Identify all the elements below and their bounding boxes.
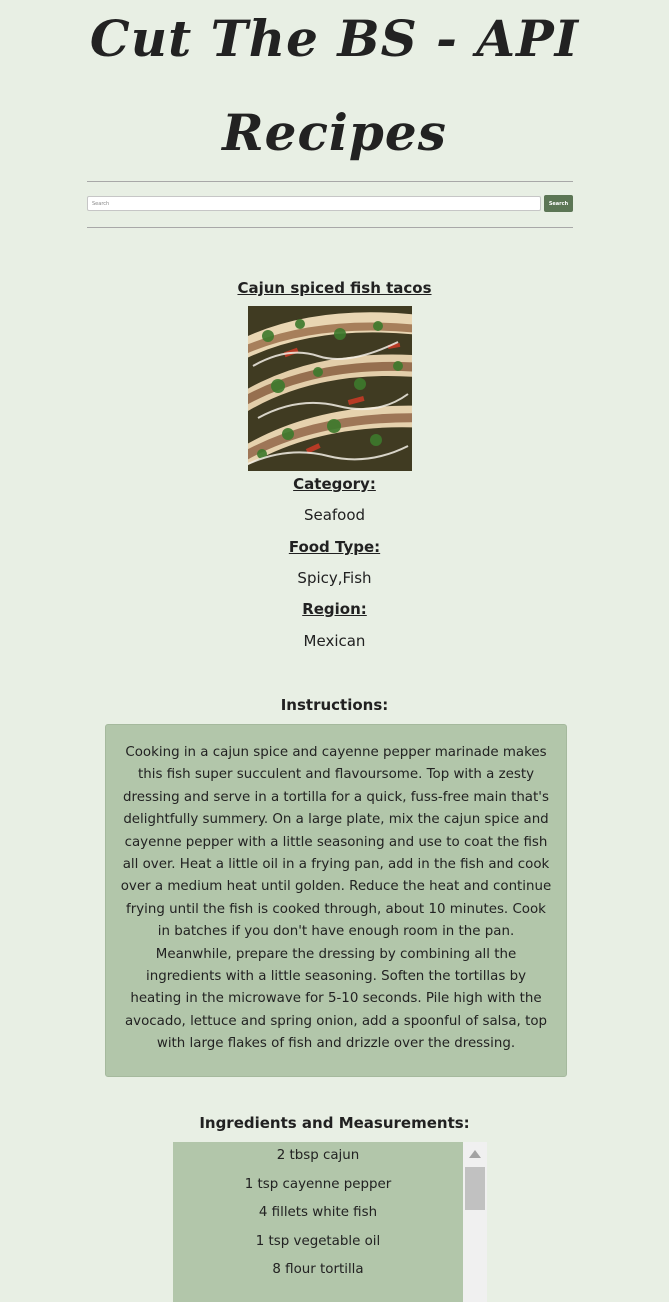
search-button[interactable]: Search: [544, 195, 573, 212]
ingredients-list: 2 tbsp cajun 1 tsp cayenne pepper 4 fill…: [173, 1142, 463, 1285]
divider-bottom: [87, 227, 573, 228]
food-type-label: Food Type:: [288, 538, 381, 556]
ingredients-heading: Ingredients and Measurements:: [199, 1114, 470, 1132]
search-input[interactable]: [87, 196, 541, 211]
site-title-line-2: Recipes: [222, 103, 447, 162]
site-title-line-1: Cut The BS - API: [89, 9, 580, 68]
ingredients-scrollbar[interactable]: [463, 1142, 487, 1302]
search-form: Search: [87, 195, 573, 212]
region-label: Region:: [302, 600, 367, 618]
scroll-up-icon[interactable]: [469, 1150, 481, 1158]
divider-top: [87, 181, 573, 182]
fish-tacos-photo: [248, 306, 412, 471]
food-type-value: Spicy,Fish: [297, 569, 372, 587]
category-label: Category:: [293, 475, 376, 493]
ingredient-item: 8 flour tortilla: [272, 1262, 364, 1277]
ingredient-item: 1 tsp vegetable oil: [255, 1233, 381, 1249]
instructions-panel: Cooking in a cajun spice and cayenne pep…: [105, 724, 567, 1077]
scrollbar-thumb[interactable]: [465, 1167, 485, 1210]
recipe-title: Cajun spiced fish tacos: [237, 279, 432, 297]
category-value: Seafood: [303, 506, 366, 524]
ingredients-panel[interactable]: 2 tbsp cajun 1 tsp cayenne pepper 4 fill…: [173, 1142, 487, 1302]
site-title: Cut The BS - API Recipes: [0, 0, 669, 180]
ingredient-item: 4 fillets white fish: [258, 1205, 378, 1220]
region-value: Mexican: [303, 632, 366, 650]
ingredient-item: 2 tbsp cajun: [276, 1148, 360, 1163]
ingredient-item: 1 tsp cayenne pepper: [244, 1176, 392, 1192]
recipe-image: [248, 306, 412, 471]
instructions-heading: Instructions:: [280, 696, 389, 714]
instructions-text: Cooking in a cajun spice and cayenne pep…: [120, 745, 552, 1052]
